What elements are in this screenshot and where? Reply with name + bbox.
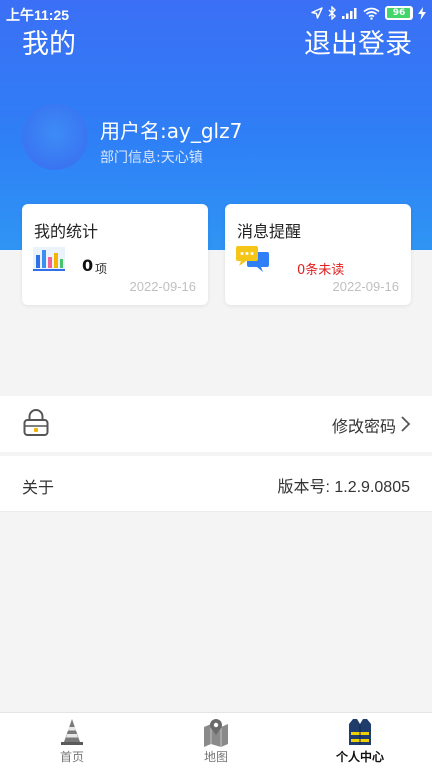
- tab-home[interactable]: 首页: [22, 717, 122, 768]
- about-label: 关于: [22, 478, 55, 497]
- tab-label: 个人中心: [335, 750, 384, 764]
- wifi-icon: [363, 7, 380, 20]
- charging-icon: [418, 6, 426, 20]
- message-reminder-card[interactable]: 消息提醒 0条未读 2022-09-16: [225, 204, 411, 305]
- battery-icon: 96: [385, 6, 413, 20]
- card-date: 2022-09-16: [332, 279, 400, 294]
- chat-bubbles-icon: [235, 244, 269, 274]
- card-title: 我的统计: [34, 222, 99, 241]
- department-info: 部门信息:天心镇: [100, 150, 203, 166]
- title-row: 我的 退出登录: [0, 22, 432, 64]
- unread-count: 0条未读: [297, 263, 345, 278]
- page-title: 我的: [22, 29, 76, 60]
- bar-chart-icon: [32, 244, 66, 274]
- tab-label: 首页: [59, 750, 84, 764]
- about-row[interactable]: 关于 版本号: 1.2.9.0805: [0, 456, 432, 512]
- avatar[interactable]: [22, 104, 88, 170]
- stat-unit: 项: [95, 262, 108, 276]
- my-statistics-card[interactable]: 我的统计 0 项 2022-09-16: [22, 204, 208, 305]
- location-icon: [311, 7, 323, 19]
- card-date: 2022-09-16: [129, 279, 197, 294]
- map-icon: [204, 719, 228, 747]
- version-label: 版本号: 1.2.9.0805: [277, 479, 410, 496]
- change-password-label: 修改密码: [331, 417, 396, 436]
- vest-icon: [349, 719, 371, 745]
- traffic-cone-icon: [61, 719, 83, 745]
- stat-value: 0: [82, 256, 94, 275]
- tab-map[interactable]: 地图: [166, 717, 266, 768]
- lock-icon: [22, 408, 50, 438]
- tab-personal-center[interactable]: 个人中心: [310, 717, 410, 768]
- tab-label: 地图: [203, 750, 228, 764]
- status-icons: 96: [311, 4, 426, 22]
- logout-button[interactable]: 退出登录: [304, 22, 412, 61]
- bluetooth-icon: [328, 6, 337, 20]
- battery-level: 96: [392, 8, 406, 18]
- divider: [0, 511, 432, 512]
- card-title: 消息提醒: [237, 222, 302, 241]
- chevron-right-icon: [400, 415, 412, 433]
- signal-icon: [342, 7, 358, 19]
- change-password-row[interactable]: 修改密码: [0, 396, 432, 452]
- bottom-tab-bar: 首页 地图 个人中心: [0, 712, 432, 768]
- username: 用户名:ay_glz7: [100, 119, 243, 143]
